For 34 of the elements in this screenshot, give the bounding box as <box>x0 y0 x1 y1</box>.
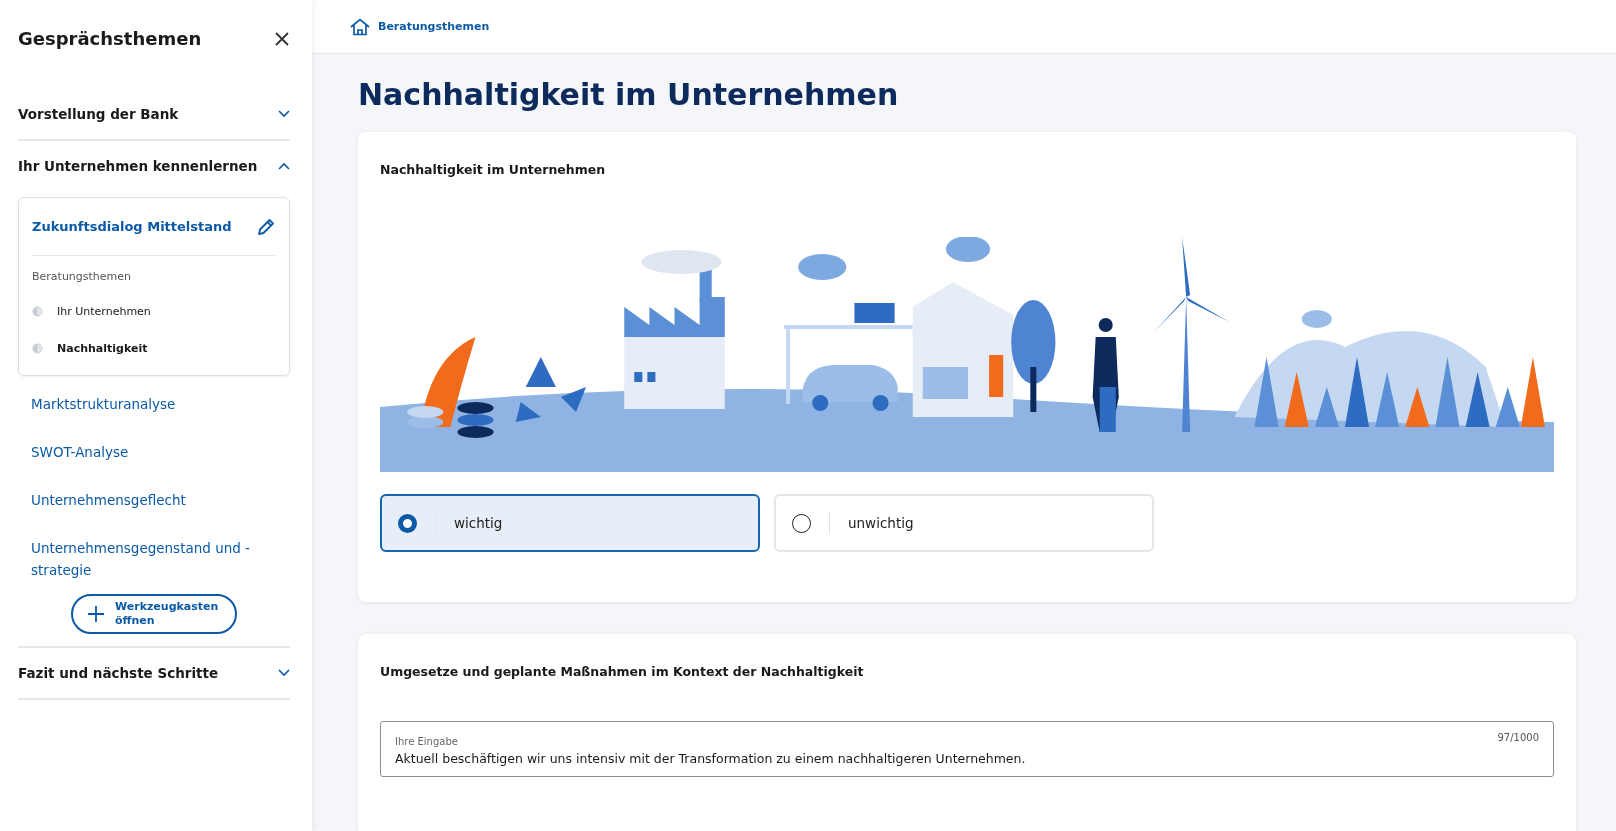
accordion-header[interactable]: Vorstellung der Bank <box>18 89 290 139</box>
topic-link[interactable]: Marktstrukturanalyse <box>18 380 290 428</box>
dialog-title: Zukunftsdialog Mittelstand <box>32 219 232 234</box>
radio-option[interactable]: unwichtig <box>774 494 1154 552</box>
topic-link[interactable]: Unternehmensgeflecht <box>18 476 290 524</box>
text-field[interactable]: Ihre Eingabe 97/1000 Aktuell beschäftigen wir uns intensiv mit der Transformation zu einem nachhaltigeren Unternehmen. <box>380 721 1554 777</box>
home-icon <box>350 17 370 36</box>
topic-item[interactable]: Ihr Unternehmen <box>32 293 151 330</box>
topic-link[interactable]: Unternehmensgegenstand und -strategie <box>18 524 290 594</box>
topics-subheading: Beratungsthemen <box>32 270 133 283</box>
question-title: Umgesetze und geplante Maßnahmen im Kontext der Nachhaltigkeit <box>380 664 865 679</box>
chevron-up-icon <box>278 162 290 170</box>
half-circle-icon <box>32 306 43 317</box>
close-button[interactable] <box>274 30 290 47</box>
toolbox-button[interactable]: Werkzeugkasten öffnen <box>71 594 237 634</box>
chevron-down-icon <box>278 110 290 118</box>
topic-item[interactable]: Nachhaltigkeit <box>32 330 148 367</box>
close-icon <box>274 30 290 47</box>
input-field[interactable]: Aktuell beschäftigen wir uns intensiv mit der Transformation zu einem nachhaltigeren Unternehmen. <box>395 751 1539 766</box>
field-label: Ihre Eingabe <box>395 736 458 747</box>
chevron-down-icon <box>278 669 290 677</box>
character-counter: 97/1000 <box>1497 732 1539 743</box>
sidebar-title: Gesprächsthemen <box>18 28 202 49</box>
page-title: Nachhaltigkeit im Unternehmen <box>358 75 900 114</box>
radio-option[interactable]: wichtig <box>380 494 760 552</box>
edit-button[interactable] <box>256 216 276 237</box>
half-circle-icon <box>32 343 43 354</box>
plus-icon <box>87 605 105 623</box>
topic-link[interactable]: SWOT-Analyse <box>18 428 290 476</box>
breadcrumb-link[interactable]: Beratungsthemen <box>350 17 490 36</box>
accordion-header[interactable]: Ihr Unternehmen kennenlernen <box>18 141 290 191</box>
question-title: Nachhaltigkeit im Unternehmen <box>380 162 607 177</box>
pencil-icon <box>256 216 276 237</box>
accordion-header[interactable]: Fazit und nächste Schritte <box>18 648 290 698</box>
